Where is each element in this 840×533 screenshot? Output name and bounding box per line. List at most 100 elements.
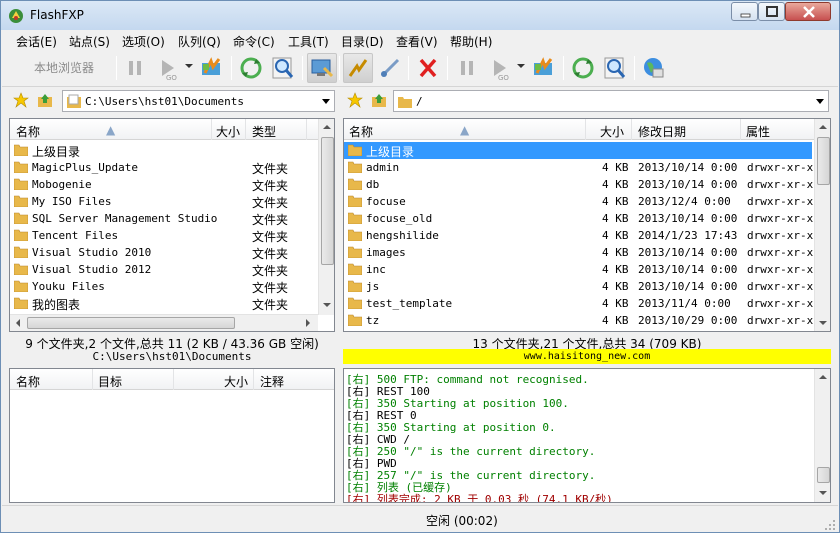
transfer-right-button[interactable]: GO: [484, 53, 514, 83]
refresh-left-button[interactable]: [236, 53, 266, 83]
column-divider[interactable]: [585, 119, 586, 140]
chevron-down-icon[interactable]: [816, 99, 824, 104]
list-item[interactable]: tz 4 KB 2013/10/29 0:00 drwxr-xr-x: [344, 312, 814, 329]
scroll-thumb[interactable]: [817, 467, 830, 483]
favorites-star-icon[interactable]: [13, 92, 29, 108]
menu-commands[interactable]: 命令(C): [233, 33, 275, 50]
transfer-dropdown-arrow[interactable]: [185, 64, 193, 68]
favorites-star-icon[interactable]: [347, 92, 363, 108]
column-divider[interactable]: [211, 119, 212, 140]
queue-column-name[interactable]: 名称: [16, 373, 40, 390]
menu-sites[interactable]: 站点(S): [69, 33, 110, 50]
connect-left-button[interactable]: [197, 53, 227, 83]
refresh-right-button[interactable]: [568, 53, 598, 83]
session-log[interactable]: [右] 500 FTP: command not recognised. [右] …: [343, 368, 831, 503]
menu-tools[interactable]: 工具(T): [288, 33, 329, 50]
local-horizontal-scrollbar[interactable]: [10, 314, 318, 331]
scroll-up-arrow[interactable]: [819, 375, 827, 379]
globe-button[interactable]: [639, 53, 669, 83]
scroll-thumb[interactable]: [321, 137, 334, 265]
column-size[interactable]: 大小: [216, 123, 240, 140]
list-item[interactable]: hengshilide 4 KB 2014/1/23 17:43 drwxr-xr-x: [344, 227, 814, 244]
list-item[interactable]: Youku Files 文件夹: [10, 278, 318, 295]
scroll-down-arrow[interactable]: [819, 321, 827, 325]
list-item[interactable]: test_template 4 KB 2013/11/4 0:00 drwxr-xr-…: [344, 295, 814, 312]
menu-options[interactable]: 选项(O): [122, 33, 165, 50]
scroll-right-arrow[interactable]: [306, 319, 310, 327]
log-vertical-scrollbar[interactable]: [814, 369, 830, 502]
search-right-button[interactable]: [600, 53, 630, 83]
list-item[interactable]: inc 4 KB 2013/10/14 0:00 drwxr-xr-x: [344, 261, 814, 278]
scroll-down-arrow[interactable]: [819, 491, 827, 495]
disconnect-right-button[interactable]: [375, 53, 405, 83]
menu-view[interactable]: 查看(V): [396, 33, 438, 50]
scroll-thumb[interactable]: [817, 137, 830, 185]
list-item[interactable]: My ISO Files 文件夹: [10, 193, 318, 210]
column-divider[interactable]: [740, 119, 741, 140]
pause-right-button[interactable]: [452, 53, 482, 83]
list-item[interactable]: focuse 4 KB 2013/12/4 0:00 drwxr-xr-x: [344, 193, 814, 210]
column-size[interactable]: 大小: [600, 123, 624, 140]
menu-session[interactable]: 会话(E): [16, 33, 57, 50]
local-browser-toggle-button[interactable]: [307, 53, 337, 83]
transfer-dropdown-arrow[interactable]: [517, 64, 525, 68]
list-item[interactable]: images 4 KB 2013/10/14 0:00 drwxr-xr-x: [344, 244, 814, 261]
pause-left-button[interactable]: [120, 53, 150, 83]
list-item[interactable]: SQL Server Management Studio 文件夹: [10, 210, 318, 227]
connect-right-button[interactable]: [343, 53, 373, 83]
queue-column-target[interactable]: 目标: [98, 373, 122, 390]
right-path-combobox[interactable]: /: [393, 90, 829, 112]
list-item[interactable]: Mobogenie 文件夹: [10, 176, 318, 193]
list-item[interactable]: MagicPlus_Update 文件夹: [10, 159, 318, 176]
queue-column-comment[interactable]: 注释: [260, 373, 284, 390]
search-left-button[interactable]: [268, 53, 298, 83]
column-divider[interactable]: [92, 369, 93, 390]
column-divider[interactable]: [245, 119, 246, 140]
queue-column-size[interactable]: 大小: [224, 373, 248, 390]
scroll-up-arrow[interactable]: [323, 125, 331, 129]
close-button[interactable]: [785, 2, 831, 21]
resize-grip-icon[interactable]: [824, 519, 836, 531]
maximize-button[interactable]: [758, 2, 785, 21]
scroll-down-arrow[interactable]: [323, 303, 331, 307]
list-item[interactable]: 我的图表 文件夹: [10, 295, 318, 312]
menu-help[interactable]: 帮助(H): [450, 33, 492, 50]
scroll-up-arrow[interactable]: [819, 125, 827, 129]
parent-folder-icon[interactable]: [37, 92, 53, 108]
parent-folder-icon[interactable]: [371, 92, 387, 108]
menu-queue[interactable]: 队列(Q): [178, 33, 221, 50]
transfer-queue[interactable]: 名称 目标 大小 注释: [9, 368, 335, 503]
list-item[interactable]: focuse_old 4 KB 2013/10/14 0:00 drwxr-xr-x: [344, 210, 814, 227]
scroll-left-arrow[interactable]: [16, 319, 20, 327]
left-path-combobox[interactable]: C:\Users\hst01\Documents: [62, 90, 335, 112]
list-item[interactable]: Tencent Files 文件夹: [10, 227, 318, 244]
list-item[interactable]: Visual Studio 2012 文件夹: [10, 261, 318, 278]
list-item[interactable]: db 4 KB 2013/10/14 0:00 drwxr-xr-x: [344, 176, 814, 193]
local-file-list[interactable]: 名称 ▲ 大小 类型 上级目录 MagicPlus_Update 文件夹 Moboge…: [9, 118, 335, 332]
menu-directory[interactable]: 目录(D): [341, 33, 384, 50]
transfer-left-button[interactable]: GO: [152, 53, 182, 83]
list-item[interactable]: 上级目录: [344, 142, 812, 159]
column-divider[interactable]: [631, 119, 632, 140]
list-item[interactable]: js 4 KB 2013/10/14 0:00 drwxr-xr-x: [344, 278, 814, 295]
column-type[interactable]: 类型: [252, 123, 276, 140]
scroll-thumb[interactable]: [27, 317, 235, 329]
chevron-down-icon[interactable]: [322, 99, 330, 104]
local-browser-button[interactable]: 本地浏览器: [16, 54, 112, 82]
list-item[interactable]: Visual Studio 2010 文件夹: [10, 244, 318, 261]
column-divider[interactable]: [306, 119, 307, 140]
remote-vertical-scrollbar[interactable]: [814, 119, 830, 331]
column-name[interactable]: 名称: [349, 123, 373, 140]
column-modified[interactable]: 修改日期: [638, 123, 686, 140]
column-divider[interactable]: [253, 369, 254, 390]
column-attributes[interactable]: 属性: [746, 123, 770, 140]
abort-button[interactable]: [413, 53, 443, 83]
column-divider[interactable]: [173, 369, 174, 390]
column-name[interactable]: 名称: [16, 123, 40, 140]
connect-site-button[interactable]: [529, 53, 559, 83]
remote-file-list[interactable]: 名称 ▲ 大小 修改日期 属性 上级目录 admin 4 KB 2013/10/14 …: [343, 118, 831, 332]
list-item[interactable]: admin 4 KB 2013/10/14 0:00 drwxr-xr-x: [344, 159, 814, 176]
minimize-button[interactable]: [731, 2, 758, 21]
local-vertical-scrollbar[interactable]: [318, 119, 334, 315]
list-item[interactable]: 上级目录: [10, 142, 318, 159]
